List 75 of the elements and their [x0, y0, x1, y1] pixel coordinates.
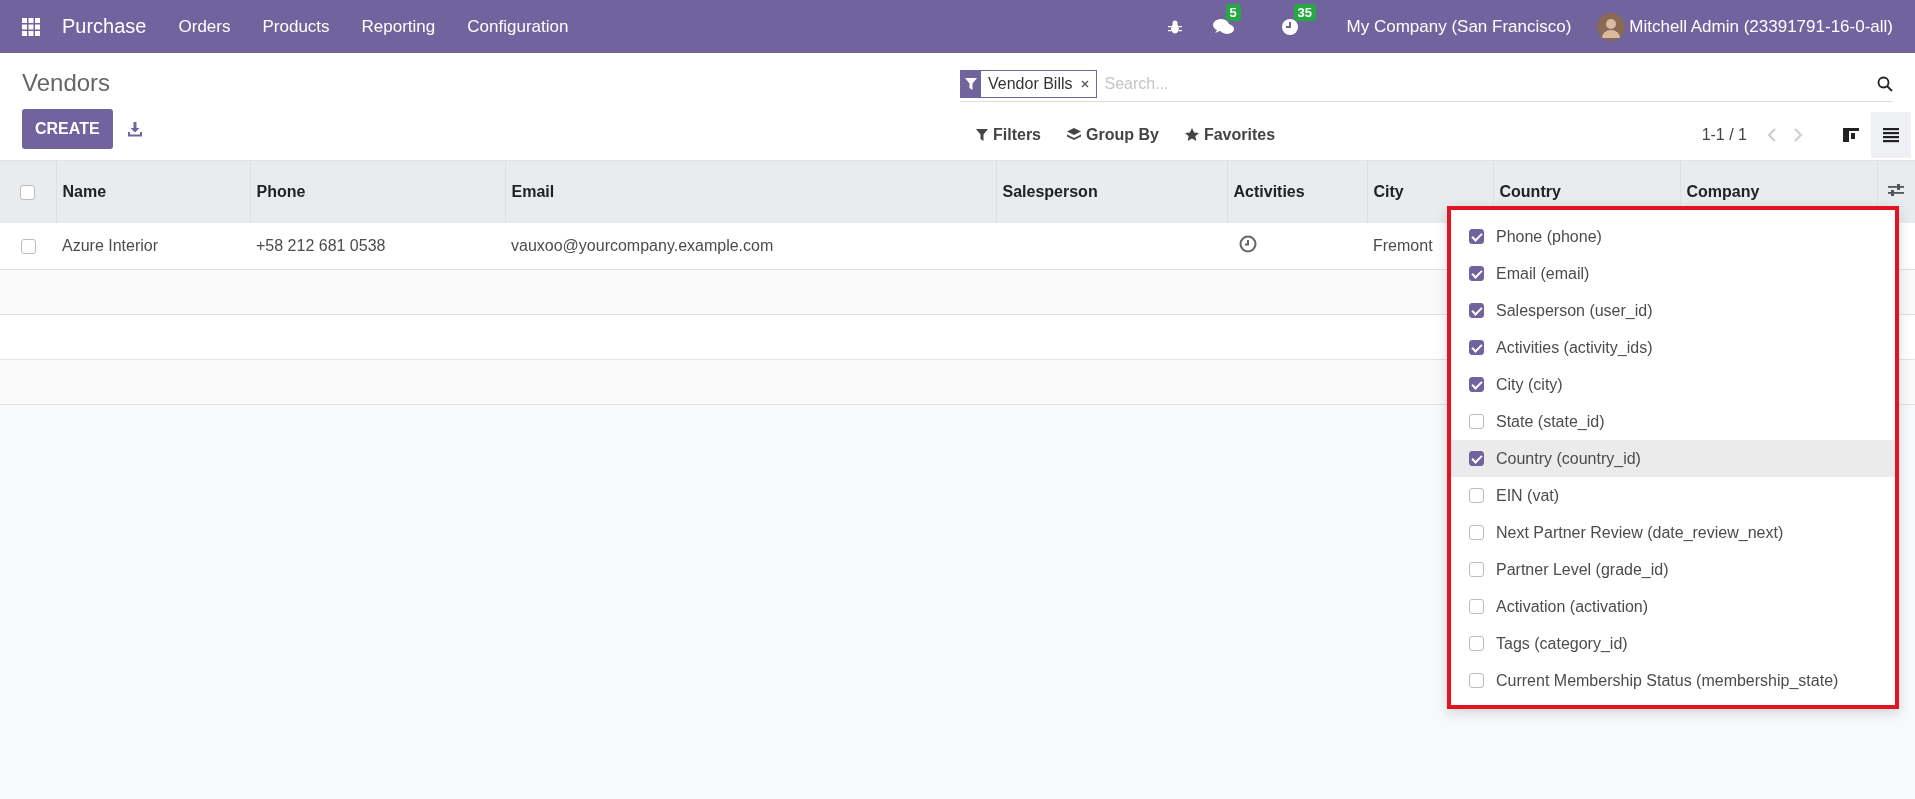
checkbox[interactable] — [1469, 229, 1484, 244]
download-icon[interactable] — [126, 121, 143, 137]
column-option[interactable]: Next Partner Review (date_review_next) — [1451, 514, 1895, 551]
column-header[interactable]: Name — [62, 183, 107, 200]
app-grid-icon[interactable] — [22, 17, 40, 36]
menu-item[interactable]: Products — [246, 16, 346, 37]
table-cell: Fremont — [1373, 237, 1433, 254]
column-option[interactable]: Partner Level (grade_id) — [1451, 551, 1895, 588]
company-switcher[interactable]: My Company (San Francisco) — [1330, 16, 1588, 37]
activity-count-badge: 35 — [1293, 3, 1316, 21]
column-option[interactable]: Tags (category_id) — [1451, 625, 1895, 662]
column-option[interactable]: State (state_id) — [1451, 403, 1895, 440]
column-option[interactable]: Country (country_id) — [1451, 440, 1895, 477]
page-title: Vendors — [22, 69, 112, 97]
column-header[interactable]: Country — [1499, 183, 1561, 200]
list-icon — [1883, 127, 1899, 143]
favorites-button[interactable]: Favorites — [1184, 126, 1276, 144]
checkbox[interactable] — [1469, 414, 1484, 429]
message-count-badge: 5 — [1225, 3, 1241, 21]
kanban-icon — [1843, 127, 1859, 143]
chat-icon[interactable] — [1212, 17, 1235, 36]
checkbox[interactable] — [1469, 451, 1484, 466]
search-input[interactable]: Search... — [1102, 74, 1877, 94]
pager-value: 1-1 / 1 — [1701, 126, 1747, 144]
close-icon[interactable] — [1080, 80, 1089, 88]
clock-icon[interactable] — [1280, 17, 1299, 36]
filter-icon — [965, 78, 977, 90]
checkbox[interactable] — [1469, 266, 1484, 281]
row-checkbox[interactable] — [20, 239, 36, 255]
filters-button[interactable]: Filters — [976, 126, 1041, 144]
clock-icon[interactable] — [1239, 235, 1257, 253]
column-header[interactable]: Email — [511, 183, 555, 200]
column-option[interactable]: Email (email) — [1451, 255, 1895, 292]
column-option[interactable]: Current Membership Status (membership_state) — [1451, 662, 1895, 699]
filter-facet[interactable]: Vendor Bills — [960, 70, 1097, 98]
column-header[interactable]: Phone — [256, 183, 306, 200]
column-option[interactable]: Phone (phone) — [1451, 218, 1895, 255]
checkbox[interactable] — [1469, 562, 1484, 577]
filter-icon — [976, 129, 988, 141]
column-option[interactable]: EIN (vat) — [1451, 477, 1895, 514]
checkbox[interactable] — [1469, 599, 1484, 614]
bug-icon[interactable] — [1166, 18, 1183, 35]
checkbox[interactable] — [1469, 488, 1484, 503]
menu-item[interactable]: Reporting — [345, 16, 452, 37]
sliders-icon[interactable] — [1888, 183, 1905, 197]
select-all-checkbox[interactable] — [20, 185, 36, 201]
create-button[interactable]: CREATE — [22, 109, 113, 149]
table-cell: Azure Interior — [62, 237, 159, 254]
table-cell: vauxoo@yourcompany.example.com — [511, 237, 774, 254]
layers-icon — [1067, 128, 1081, 142]
checkbox[interactable] — [1469, 377, 1484, 392]
column-option[interactable]: Activation (activation) — [1451, 588, 1895, 625]
app-name[interactable]: Purchase — [62, 15, 147, 38]
column-header[interactable]: Salesperson — [1002, 183, 1098, 200]
column-option[interactable]: City (city) — [1451, 366, 1895, 403]
checkbox[interactable] — [1469, 525, 1484, 540]
list-view-button[interactable] — [1871, 112, 1911, 158]
facet-label: Vendor Bills — [987, 75, 1074, 93]
menu-item[interactable]: Configuration — [451, 16, 585, 37]
checkbox[interactable] — [1469, 303, 1484, 318]
search-icon[interactable] — [1877, 76, 1893, 92]
column-header[interactable]: City — [1373, 183, 1404, 200]
checkbox[interactable] — [1469, 673, 1484, 688]
checkbox[interactable] — [1469, 636, 1484, 651]
star-icon — [1184, 128, 1199, 142]
column-header[interactable]: Company — [1686, 183, 1760, 200]
column-option[interactable]: Salesperson (user_id) — [1451, 292, 1895, 329]
column-option[interactable]: Activities (activity_ids) — [1451, 329, 1895, 366]
column-header[interactable]: Activities — [1233, 183, 1305, 200]
user-menu[interactable]: Mitchell Admin (23391791-16-0-all) — [1615, 16, 1899, 37]
avatar-icon[interactable] — [1597, 12, 1626, 41]
checkbox[interactable] — [1469, 340, 1484, 355]
menu-item[interactable]: Orders — [162, 16, 247, 37]
table-cell: +58 212 681 0538 — [256, 237, 386, 254]
group-by-button[interactable]: Group By — [1067, 126, 1159, 144]
